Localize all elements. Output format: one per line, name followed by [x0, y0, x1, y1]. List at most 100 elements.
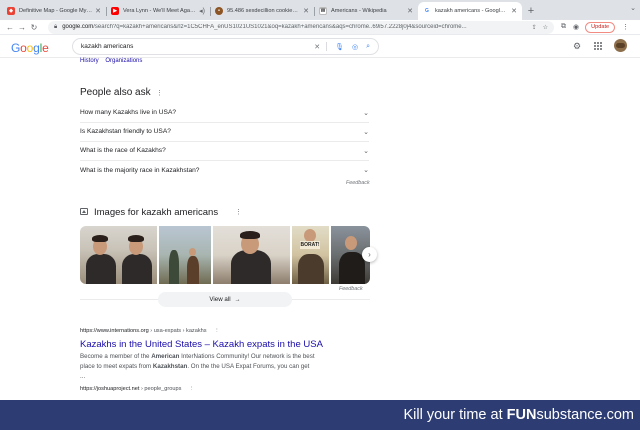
- snippet-highlight: Kazakhstan: [152, 362, 188, 370]
- feedback-link[interactable]: Feedback: [346, 180, 370, 186]
- close-icon[interactable]: ✕: [95, 7, 101, 15]
- speaker-icon[interactable]: ◂): [199, 7, 205, 15]
- google-header: Google kazakh americans ✕ 🎙︎ ◎ ⌕ ⚙: [0, 35, 640, 58]
- view-all-label: View all: [209, 296, 231, 303]
- image-thumbnail[interactable]: [213, 226, 291, 284]
- more-vert-icon[interactable]: ⋮: [622, 23, 629, 31]
- chevron-down-icon: ⌄: [363, 109, 369, 117]
- question-text: What is the race of Kazakhs?: [80, 147, 166, 154]
- close-icon[interactable]: ✕: [511, 7, 517, 15]
- search-input[interactable]: kazakh americans ✕ 🎙︎ ◎ ⌕: [72, 38, 379, 55]
- snippet-text: Become a member of the: [80, 353, 152, 360]
- apps-grid-icon[interactable]: [594, 42, 602, 50]
- browser-tab[interactable]: ▶ Vera Lynn - We'll Meet Again... ◂): [106, 2, 210, 20]
- browser-tab[interactable]: ◆ Definitive Map - Google My Ma... ✕: [2, 2, 106, 20]
- forward-arrow-icon[interactable]: →: [16, 23, 28, 32]
- search-query: kazakh americans: [81, 43, 134, 50]
- image-icon: [80, 208, 88, 215]
- result-cite[interactable]: https://www.internations.org › usa-expat…: [80, 328, 220, 334]
- tab-title: kazakh americans - Google Se...: [435, 8, 509, 14]
- result-snippet: Become a member of the American InterNat…: [80, 352, 316, 381]
- image-thumbnail[interactable]: [158, 226, 212, 284]
- tab-title: Vera Lynn - We'll Meet Again...: [123, 8, 197, 14]
- watermark-banner: Kill your time at FUN substance.com: [0, 400, 640, 430]
- logo-letter: e: [42, 41, 49, 55]
- reload-icon[interactable]: ↻: [28, 23, 40, 32]
- more-vert-icon[interactable]: ⋮: [214, 328, 220, 334]
- chip-organizations[interactable]: Organizations: [105, 58, 142, 64]
- banner-brand-rest: substance.com: [536, 407, 634, 423]
- logo-letter: G: [11, 41, 21, 55]
- browser-tab[interactable]: W Americans - Wikipedia ✕: [314, 2, 418, 20]
- close-icon[interactable]: ✕: [407, 7, 413, 15]
- tab-title: 95.486 sexdecillion cookies -...: [227, 8, 301, 14]
- microphone-icon[interactable]: 🎙︎: [335, 43, 344, 51]
- cite-host: https://joshuaproject.net: [80, 386, 140, 392]
- tab-title: Americans - Wikipedia: [331, 8, 387, 14]
- snippet-highlight: American: [151, 353, 180, 360]
- url-path: /search?q=kazakh+americans&rlz=1C5CHFA_e…: [93, 24, 467, 30]
- paa-question[interactable]: What is the race of Kazakhs? ⌄: [80, 141, 369, 161]
- paa-question[interactable]: What is the majority race in Kazakhstan?…: [80, 160, 369, 180]
- extension-icon[interactable]: ⧉: [561, 23, 566, 31]
- back-arrow-icon[interactable]: ←: [4, 23, 16, 32]
- close-icon[interactable]: ✕: [303, 7, 309, 15]
- google-my-maps-icon: ◆: [7, 7, 15, 15]
- paa-heading: People also ask: [80, 87, 151, 98]
- feedback-link[interactable]: Feedback: [339, 286, 363, 292]
- clear-icon[interactable]: ✕: [314, 43, 320, 51]
- result-title-link[interactable]: Kazakhs in the United States – Kazakh ex…: [80, 339, 323, 350]
- star-icon[interactable]: ☆: [543, 24, 548, 31]
- paa-question[interactable]: How many Kazakhs live in USA? ⌄: [80, 103, 369, 123]
- image-carousel: BORAT!: [80, 226, 370, 284]
- google-logo[interactable]: Google: [11, 41, 49, 55]
- gear-icon[interactable]: ⚙: [573, 41, 581, 52]
- borat-sign: BORAT!: [300, 241, 321, 249]
- cookie-icon: •: [215, 7, 223, 15]
- related-chips: History Organizations: [80, 58, 147, 64]
- banner-prefix: Kill your time at: [403, 407, 507, 423]
- image-thumbnail[interactable]: BORAT!: [292, 226, 329, 284]
- profile-icon[interactable]: ◉: [573, 23, 579, 31]
- google-icon: G: [423, 7, 431, 15]
- chevron-down-icon[interactable]: ⌄: [630, 4, 636, 12]
- avatar[interactable]: [614, 39, 627, 52]
- more-vert-icon[interactable]: ⋮: [235, 208, 242, 216]
- result-cite[interactable]: https://joshuaproject.net › people_group…: [80, 386, 195, 392]
- chevron-down-icon: ⌄: [363, 167, 369, 174]
- cite-path: › people_groups: [139, 386, 182, 392]
- browser-tab[interactable]: • 95.486 sexdecillion cookies -... ✕: [210, 2, 314, 20]
- chevron-down-icon: ⌄: [363, 128, 369, 136]
- question-text: What is the majority race in Kazakhstan?: [80, 166, 200, 174]
- share-icon[interactable]: ⇪: [532, 24, 537, 31]
- cite-path: › usa-expats › kazakhs: [148, 328, 207, 334]
- url-host: google.com: [62, 24, 94, 30]
- wikipedia-icon: W: [319, 7, 327, 15]
- chip-history[interactable]: History: [80, 58, 99, 64]
- images-heading[interactable]: Images for kazakh americans: [94, 207, 218, 218]
- update-button[interactable]: Update: [585, 21, 616, 33]
- banner-brand-bold: FUN: [506, 407, 537, 423]
- more-vert-icon[interactable]: ⋮: [189, 386, 195, 392]
- lock-icon: 🔒︎: [54, 23, 58, 30]
- search-icon[interactable]: ⌕: [366, 43, 370, 51]
- youtube-icon: ▶: [111, 7, 119, 15]
- address-bar[interactable]: 🔒︎ google.com/search?q=kazakh+americans&…: [48, 20, 554, 34]
- divider: [326, 42, 328, 51]
- question-text: Is Kazakhstan friendly to USA?: [80, 128, 171, 135]
- chevron-right-icon[interactable]: ›: [362, 247, 377, 262]
- tab-strip: ◆ Definitive Map - Google My Ma... ✕ ▶ V…: [0, 0, 640, 20]
- image-thumbnail[interactable]: [80, 226, 157, 284]
- browser-tab-active[interactable]: G kazakh americans - Google Se... ✕: [418, 2, 522, 20]
- new-tab-icon[interactable]: +: [524, 2, 538, 20]
- view-all-button[interactable]: View all →: [158, 292, 292, 307]
- arrow-right-icon: →: [234, 296, 241, 303]
- cite-host: https://www.internations.org: [80, 328, 149, 334]
- more-vert-icon[interactable]: ⋮: [156, 89, 163, 97]
- chevron-down-icon: ⌄: [363, 147, 369, 155]
- tab-title: Definitive Map - Google My Ma...: [19, 8, 92, 14]
- browser-toolbar: ← → ↻ 🔒︎ google.com/search?q=kazakh+amer…: [0, 20, 640, 35]
- question-text: How many Kazakhs live in USA?: [80, 109, 177, 116]
- lens-icon[interactable]: ◎: [352, 43, 358, 51]
- paa-question[interactable]: Is Kazakhstan friendly to USA? ⌄: [80, 122, 369, 142]
